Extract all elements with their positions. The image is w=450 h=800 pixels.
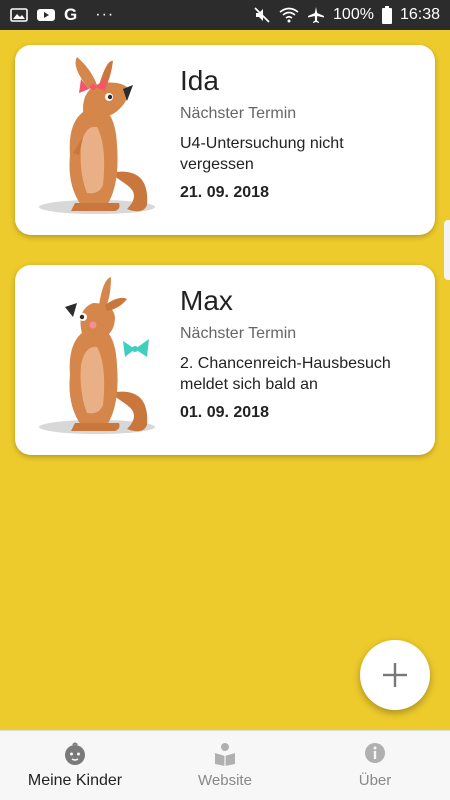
more-dots-icon: ···: [95, 6, 115, 23]
kangaroo-boy-illustration: [15, 265, 175, 455]
google-icon: G: [64, 5, 78, 24]
youtube-icon: [36, 7, 56, 23]
image-icon: [10, 7, 28, 23]
next-appointment-date: 01. 09. 2018: [180, 404, 269, 421]
add-child-button[interactable]: [360, 640, 430, 710]
kangaroo-girl-illustration: [15, 45, 175, 235]
next-appointment-date: 21. 09. 2018: [180, 184, 269, 201]
nav-label: Website: [198, 772, 252, 789]
status-bar: G ··· 100% 16:38: [0, 0, 450, 30]
wifi-icon: [279, 7, 299, 23]
status-left-group: G ···: [10, 5, 114, 25]
baby-face-icon: [65, 742, 85, 765]
status-right-group: 100% 16:38: [253, 6, 440, 24]
nav-item-meine-kinder[interactable]: Meine Kinder: [0, 731, 150, 800]
next-appointment-text: 2. Chancenreich-Hausbesuch meldet sich b…: [180, 355, 391, 393]
child-card-ida[interactable]: Ida Nächster Termin U4-Untersuchung nich…: [15, 45, 435, 235]
reading-person-icon: [215, 743, 235, 766]
nav-label: Über: [358, 772, 392, 789]
battery-icon: [381, 6, 392, 24]
side-drawer-handle[interactable]: [444, 220, 450, 280]
battery-percentage: 100%: [333, 6, 374, 23]
clock: 16:38: [399, 6, 440, 23]
child-name: Max: [180, 285, 233, 316]
child-card-max[interactable]: Max Nächster Termin 2. Chancenreich-Haus…: [15, 265, 435, 455]
child-name: Ida: [180, 65, 219, 96]
next-appointment-label: Nächster Termin: [180, 105, 297, 122]
bottom-navigation: Meine Kinder Website Über: [0, 730, 450, 800]
next-appointment-text: U4-Untersuchung nicht vergessen: [180, 135, 344, 173]
info-icon: [365, 743, 385, 763]
airplane-icon: [307, 6, 325, 24]
next-appointment-label: Nächster Termin: [180, 325, 297, 342]
child-card-text: Ida Nächster Termin U4-Untersuchung nich…: [175, 45, 435, 235]
mute-icon: [253, 6, 271, 24]
nav-item-website[interactable]: Website: [150, 731, 300, 800]
nav-label: Meine Kinder: [27, 771, 123, 789]
main-content: Ida Nächster Termin U4-Untersuchung nich…: [0, 30, 450, 730]
child-card-text: Max Nächster Termin 2. Chancenreich-Haus…: [175, 265, 435, 455]
plus-icon: [383, 663, 407, 687]
nav-item-ueber[interactable]: Über: [300, 731, 450, 800]
